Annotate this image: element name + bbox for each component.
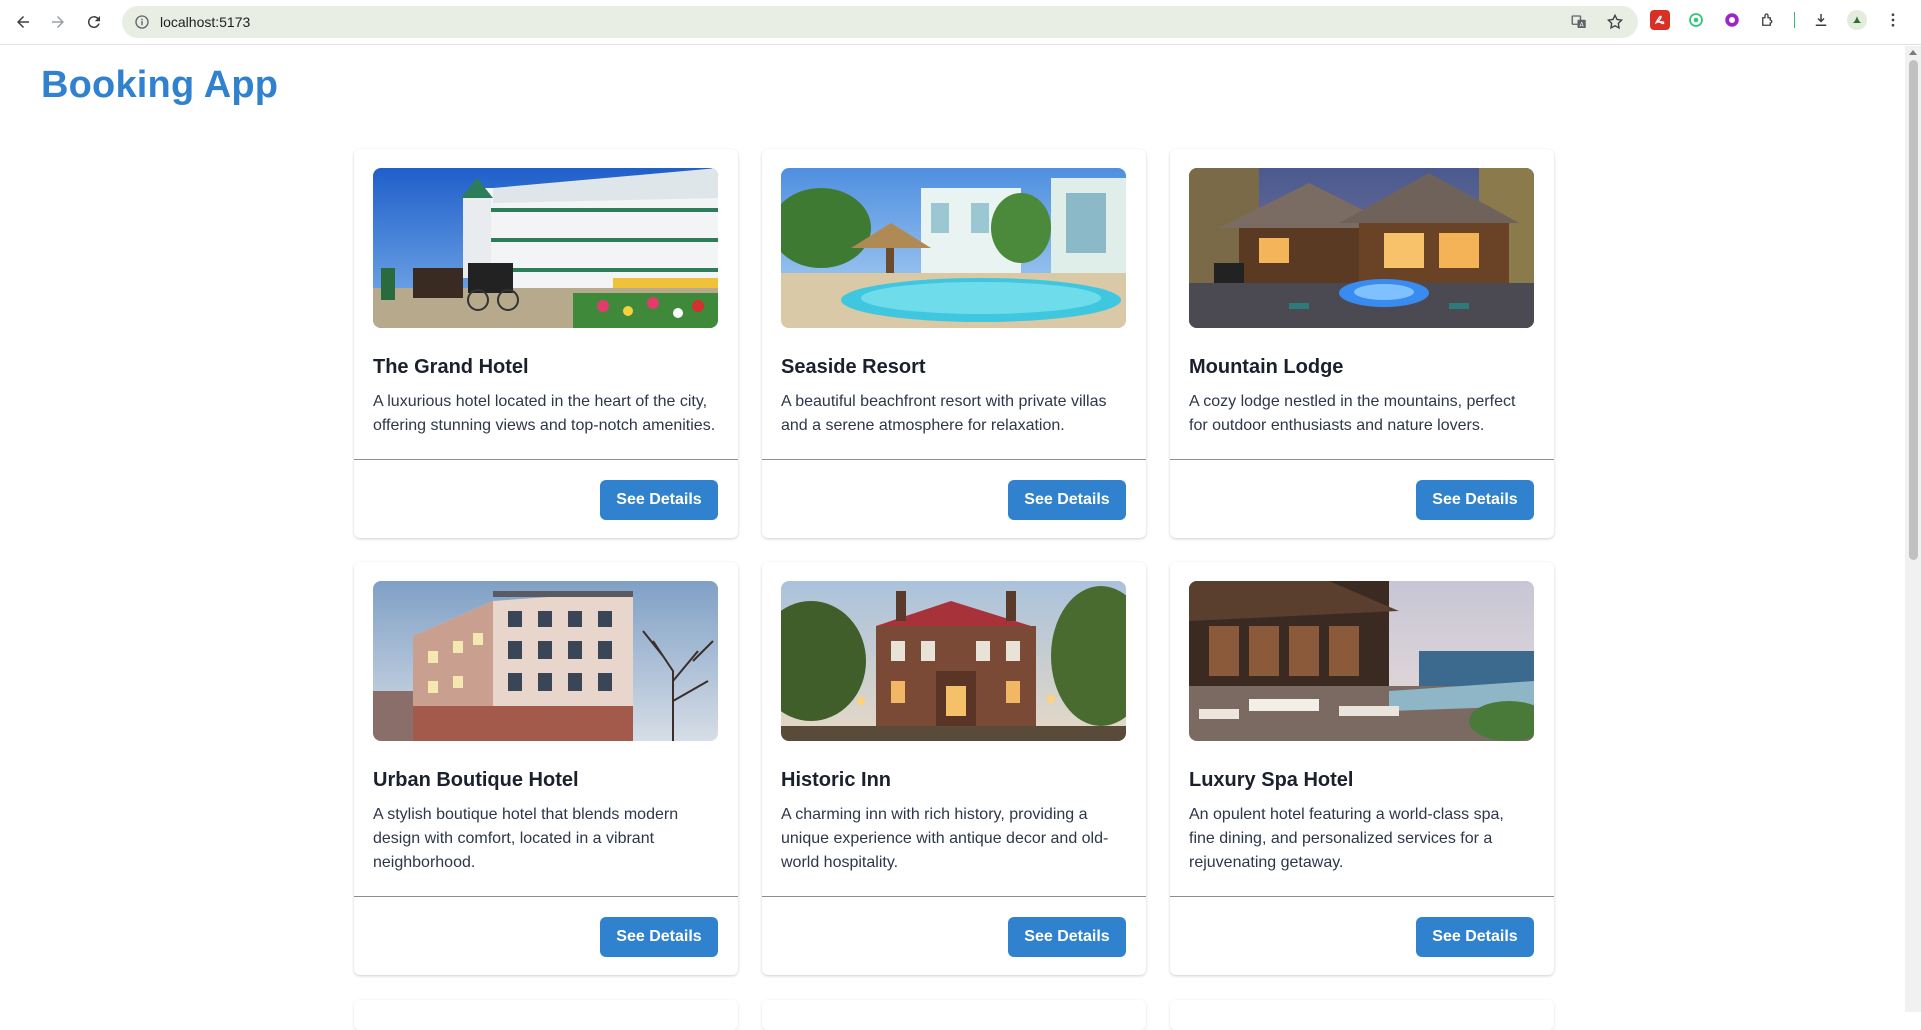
page-viewport: Booking App The Grand Hotel A luxurious … (0, 46, 1905, 1030)
hotel-card: Mountain Lodge A cozy lodge nestled in t… (1170, 149, 1554, 538)
green-extension-icon[interactable] (1686, 10, 1706, 30)
extensions-puzzle-icon[interactable] (1758, 10, 1778, 30)
bookmark-star-icon[interactable] (1606, 13, 1624, 31)
hotel-image (373, 168, 718, 328)
card-divider (354, 896, 738, 897)
page-scrollbar[interactable] (1905, 46, 1921, 1012)
hotel-name: Urban Boutique Hotel (373, 769, 579, 791)
download-icon[interactable] (1811, 10, 1831, 30)
hotel-name: Historic Inn (781, 769, 892, 791)
hotel-description: A cozy lodge nestled in the mountains, p… (1189, 393, 1516, 434)
arrow-right-icon (52, 16, 64, 28)
scrollbar-thumb[interactable] (1909, 60, 1918, 560)
hotel-name: The Grand Hotel (373, 356, 529, 378)
hotel-image (781, 581, 1126, 741)
hotel-description: A luxurious hotel located in the heart o… (373, 393, 716, 434)
hotel-card: Urban Boutique Hotel A stylish boutique … (354, 562, 738, 975)
hotel-card: Historic Inn A charming inn with rich hi… (762, 562, 1146, 975)
hotel-image (1189, 168, 1534, 328)
hotel-image (373, 581, 718, 741)
hotel-image (781, 168, 1126, 328)
back-button[interactable] (11, 10, 35, 34)
url-text: localhost:5173 (160, 14, 251, 30)
card-divider (1170, 459, 1554, 460)
reload-icon (87, 16, 100, 29)
profile-avatar[interactable] (1847, 10, 1867, 30)
hotel-description: A stylish boutique hotel that blends mod… (373, 806, 679, 871)
hotel-grid: The Grand Hotel A luxurious hotel locate… (354, 149, 1554, 975)
translate-icon[interactable]: A (1570, 13, 1588, 31)
pdf-extension-icon[interactable] (1650, 10, 1670, 30)
purple-extension-icon[interactable] (1722, 10, 1742, 30)
card-divider (762, 896, 1146, 897)
hotel-name: Seaside Resort (781, 356, 926, 378)
card-divider (354, 459, 738, 460)
browser-toolbar: localhost:5173 A (0, 0, 1921, 45)
see-details-button[interactable]: See Details (1416, 480, 1534, 520)
address-bar[interactable]: localhost:5173 A (122, 6, 1638, 38)
see-details-button[interactable]: See Details (1008, 917, 1126, 957)
reload-button[interactable] (82, 10, 106, 34)
arrow-left-icon (17, 16, 29, 28)
hotel-card: Luxury Spa Hotel An opulent hotel featur… (1170, 562, 1554, 975)
app-title: Booking App (41, 64, 279, 106)
hotel-card-partial (762, 1000, 1146, 1030)
hotel-description: An opulent hotel featuring a world-class… (1189, 806, 1504, 871)
hotel-card-partial (1170, 1000, 1554, 1030)
site-info-icon[interactable] (134, 14, 150, 30)
card-divider (762, 459, 1146, 460)
hotel-card: The Grand Hotel A luxurious hotel locate… (354, 149, 738, 538)
hotel-description: A charming inn with rich history, provid… (781, 806, 1109, 871)
see-details-button[interactable]: See Details (600, 917, 718, 957)
card-divider (1170, 896, 1554, 897)
scroll-up-arrow-icon[interactable] (1909, 50, 1917, 55)
forward-button[interactable] (46, 10, 70, 34)
hotel-card: Seaside Resort A beautiful beachfront re… (762, 149, 1146, 538)
menu-kebab-icon[interactable] (1883, 10, 1903, 30)
toolbar-separator (1794, 12, 1795, 28)
see-details-button[interactable]: See Details (600, 480, 718, 520)
extensions-area (1650, 10, 1903, 30)
hotel-image (1189, 581, 1534, 741)
hotel-name: Mountain Lodge (1189, 356, 1344, 378)
hotel-card-partial (354, 1000, 738, 1030)
hotel-description: A beautiful beachfront resort with priva… (781, 393, 1107, 434)
see-details-button[interactable]: See Details (1008, 480, 1126, 520)
hotel-name: Luxury Spa Hotel (1189, 769, 1354, 791)
see-details-button[interactable]: See Details (1416, 917, 1534, 957)
